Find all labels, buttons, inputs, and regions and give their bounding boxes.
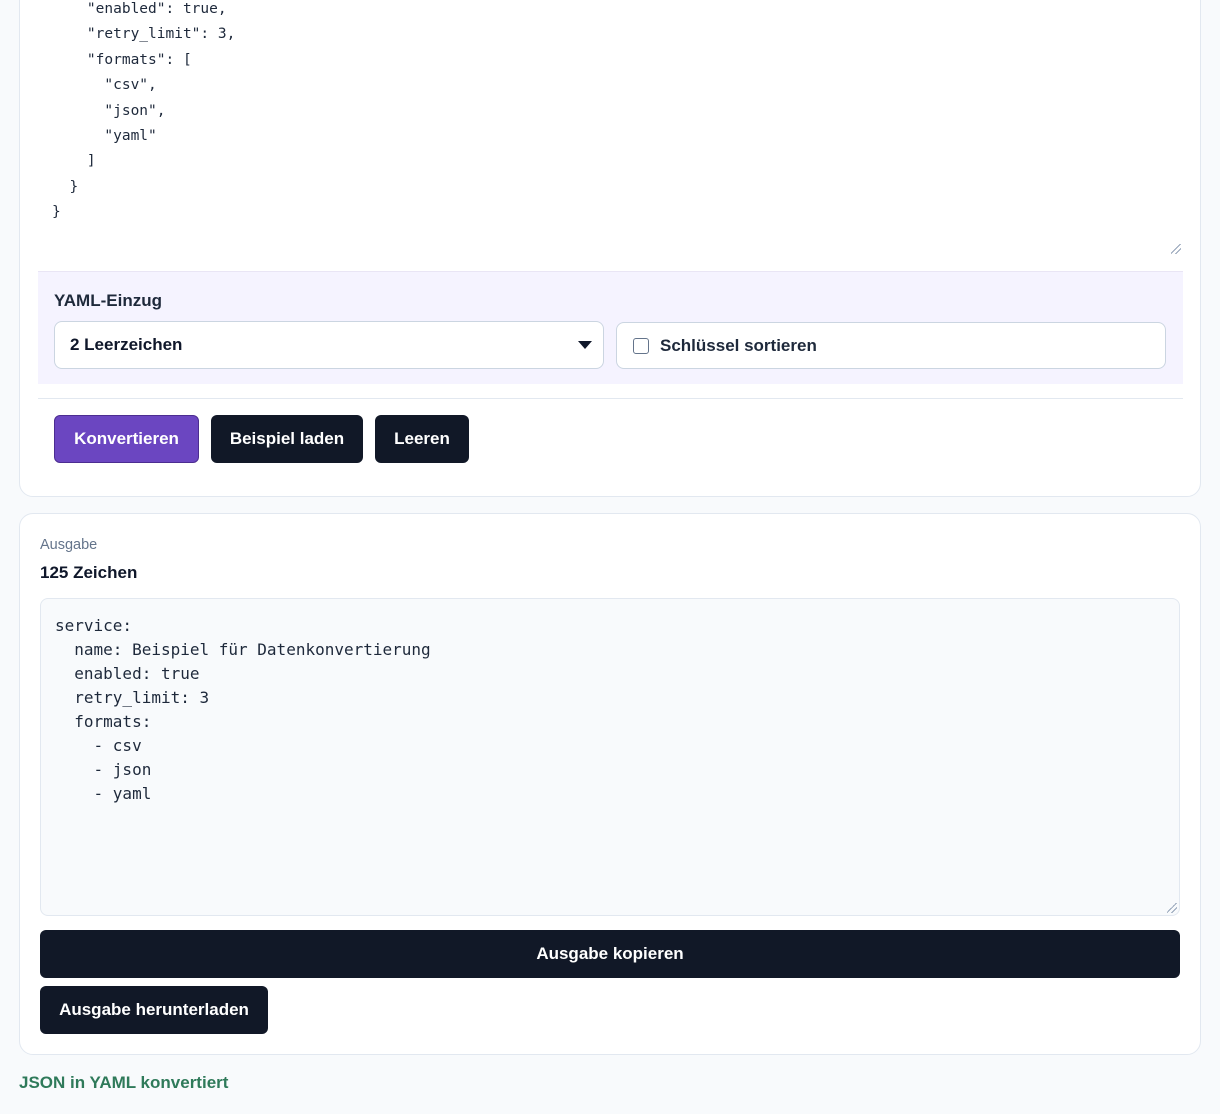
load-example-button[interactable]: Beispiel laden [211, 415, 363, 463]
convert-button[interactable]: Konvertieren [54, 415, 199, 463]
chevron-down-icon [578, 341, 592, 349]
copy-output-button[interactable]: Ausgabe kopieren [40, 930, 1180, 978]
sort-keys-option[interactable]: Schlüssel sortieren [616, 322, 1166, 369]
output-panel: Ausgabe 125 Zeichen service: name: Beisp… [19, 513, 1201, 1055]
json-input-textarea[interactable]: "enabled": true, "retry_limit": 3, "form… [38, 0, 1183, 261]
sort-keys-checkbox[interactable] [633, 338, 649, 354]
json-input-text[interactable]: "enabled": true, "retry_limit": 3, "form… [52, 0, 235, 226]
output-label: Ausgabe [40, 537, 98, 553]
yaml-indent-select[interactable]: 2 Leerzeichen [54, 321, 604, 369]
yaml-output-text[interactable]: service: name: Beispiel für Datenkonvert… [55, 614, 431, 806]
converter-input-panel: "enabled": true, "retry_limit": 3, "form… [19, 0, 1201, 497]
resize-handle-icon[interactable] [1171, 244, 1181, 254]
output-character-count: 125 Zeichen [40, 563, 138, 582]
section-divider [38, 398, 1183, 399]
download-output-button[interactable]: Ausgabe herunterladen [40, 986, 268, 1034]
yaml-output-textarea[interactable]: service: name: Beispiel für Datenkonvert… [40, 598, 1180, 916]
options-section: YAML-Einzug 2 Leerzeichen Schlüssel sort… [38, 271, 1183, 384]
status-message: JSON in YAML konvertiert [19, 1073, 229, 1092]
sort-keys-label[interactable]: Schlüssel sortieren [660, 336, 817, 356]
yaml-indent-label: YAML-Einzug [54, 291, 162, 310]
yaml-indent-selected-value: 2 Leerzeichen [70, 335, 183, 354]
resize-handle-icon[interactable] [1167, 903, 1177, 913]
clear-button[interactable]: Leeren [375, 415, 469, 463]
